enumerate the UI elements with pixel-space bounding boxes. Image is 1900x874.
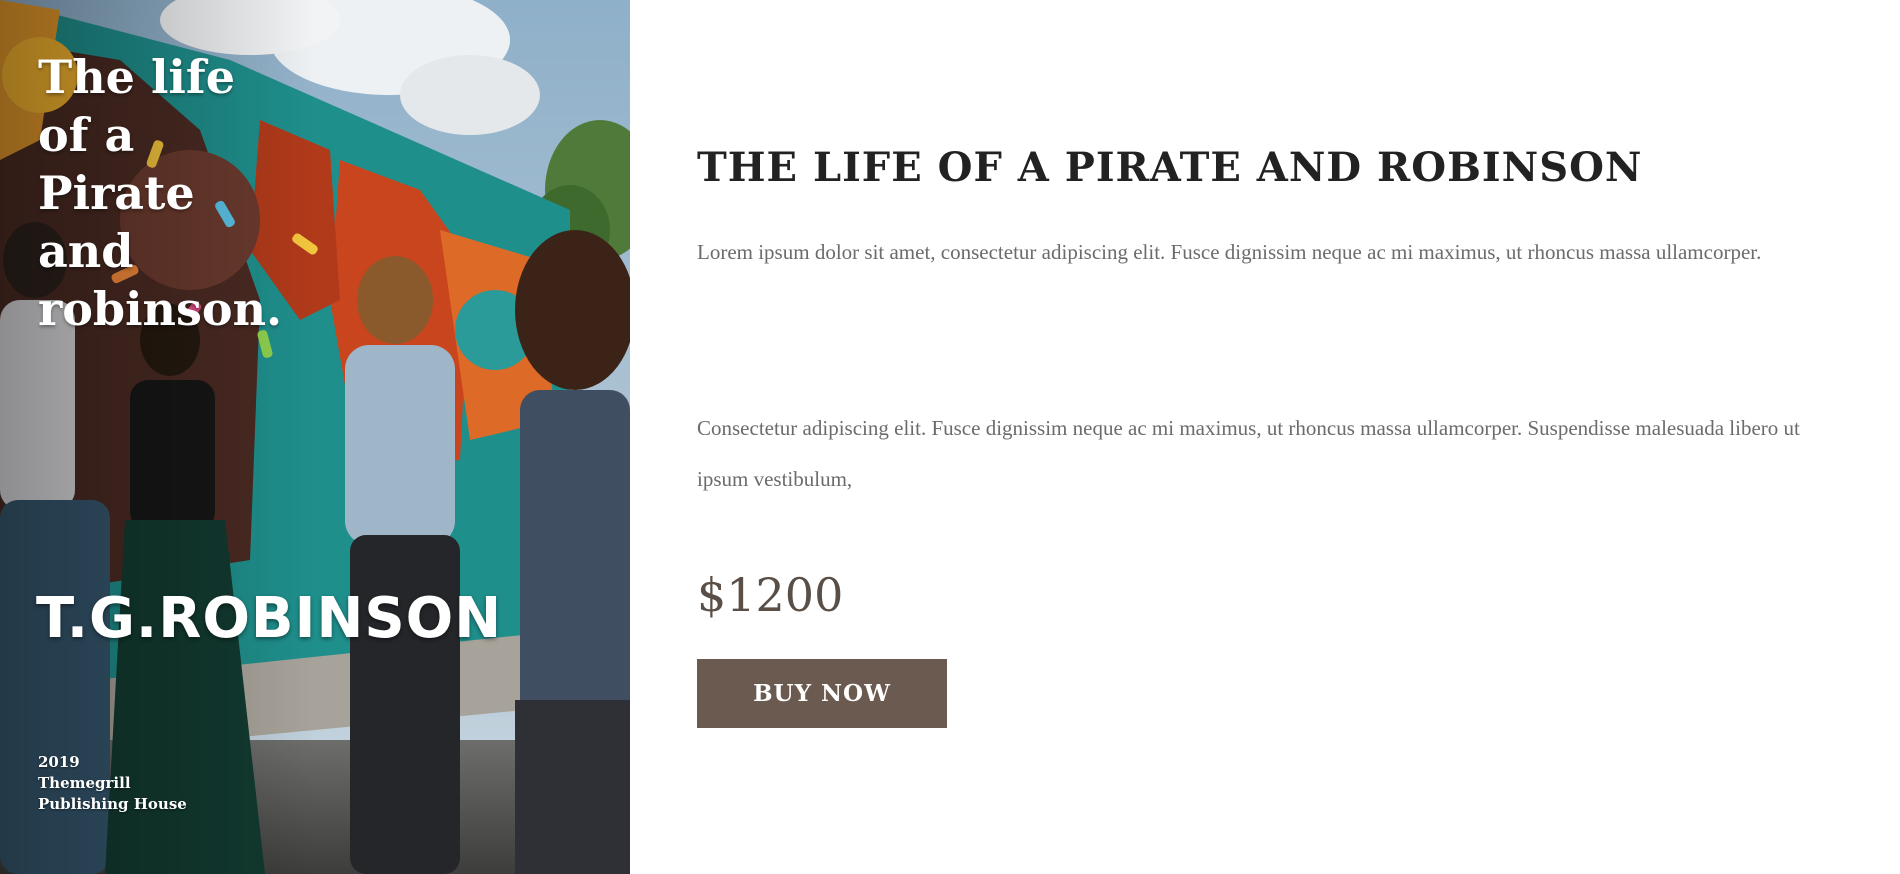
product-price: $1200 — [697, 568, 844, 622]
product-description-2: Consectetur adipiscing elit. Fusce digni… — [697, 416, 1800, 491]
product-details: The life of a pirate and robinson Lorem … — [697, 0, 1837, 874]
cover-publisher: 2019 Themegrill Publishing House — [38, 752, 278, 815]
cover-publisher-name: Themegrill — [38, 774, 131, 792]
product-page: The life of a Pirate and robinson. T.G.R… — [0, 0, 1900, 874]
product-description-1: Lorem ipsum dolor sit amet, consectetur … — [697, 240, 1762, 264]
cover-author: T.G.ROBINSON — [36, 586, 503, 651]
buy-now-button[interactable]: Buy Now — [697, 659, 947, 728]
product-title: The life of a pirate and robinson — [697, 144, 1643, 191]
cover-publisher-year: 2019 — [38, 753, 80, 771]
cover-publisher-house: Publishing House — [38, 795, 187, 813]
cover-title: The life of a Pirate and robinson. — [38, 50, 283, 336]
book-cover-image: The life of a Pirate and robinson. T.G.R… — [0, 0, 630, 874]
